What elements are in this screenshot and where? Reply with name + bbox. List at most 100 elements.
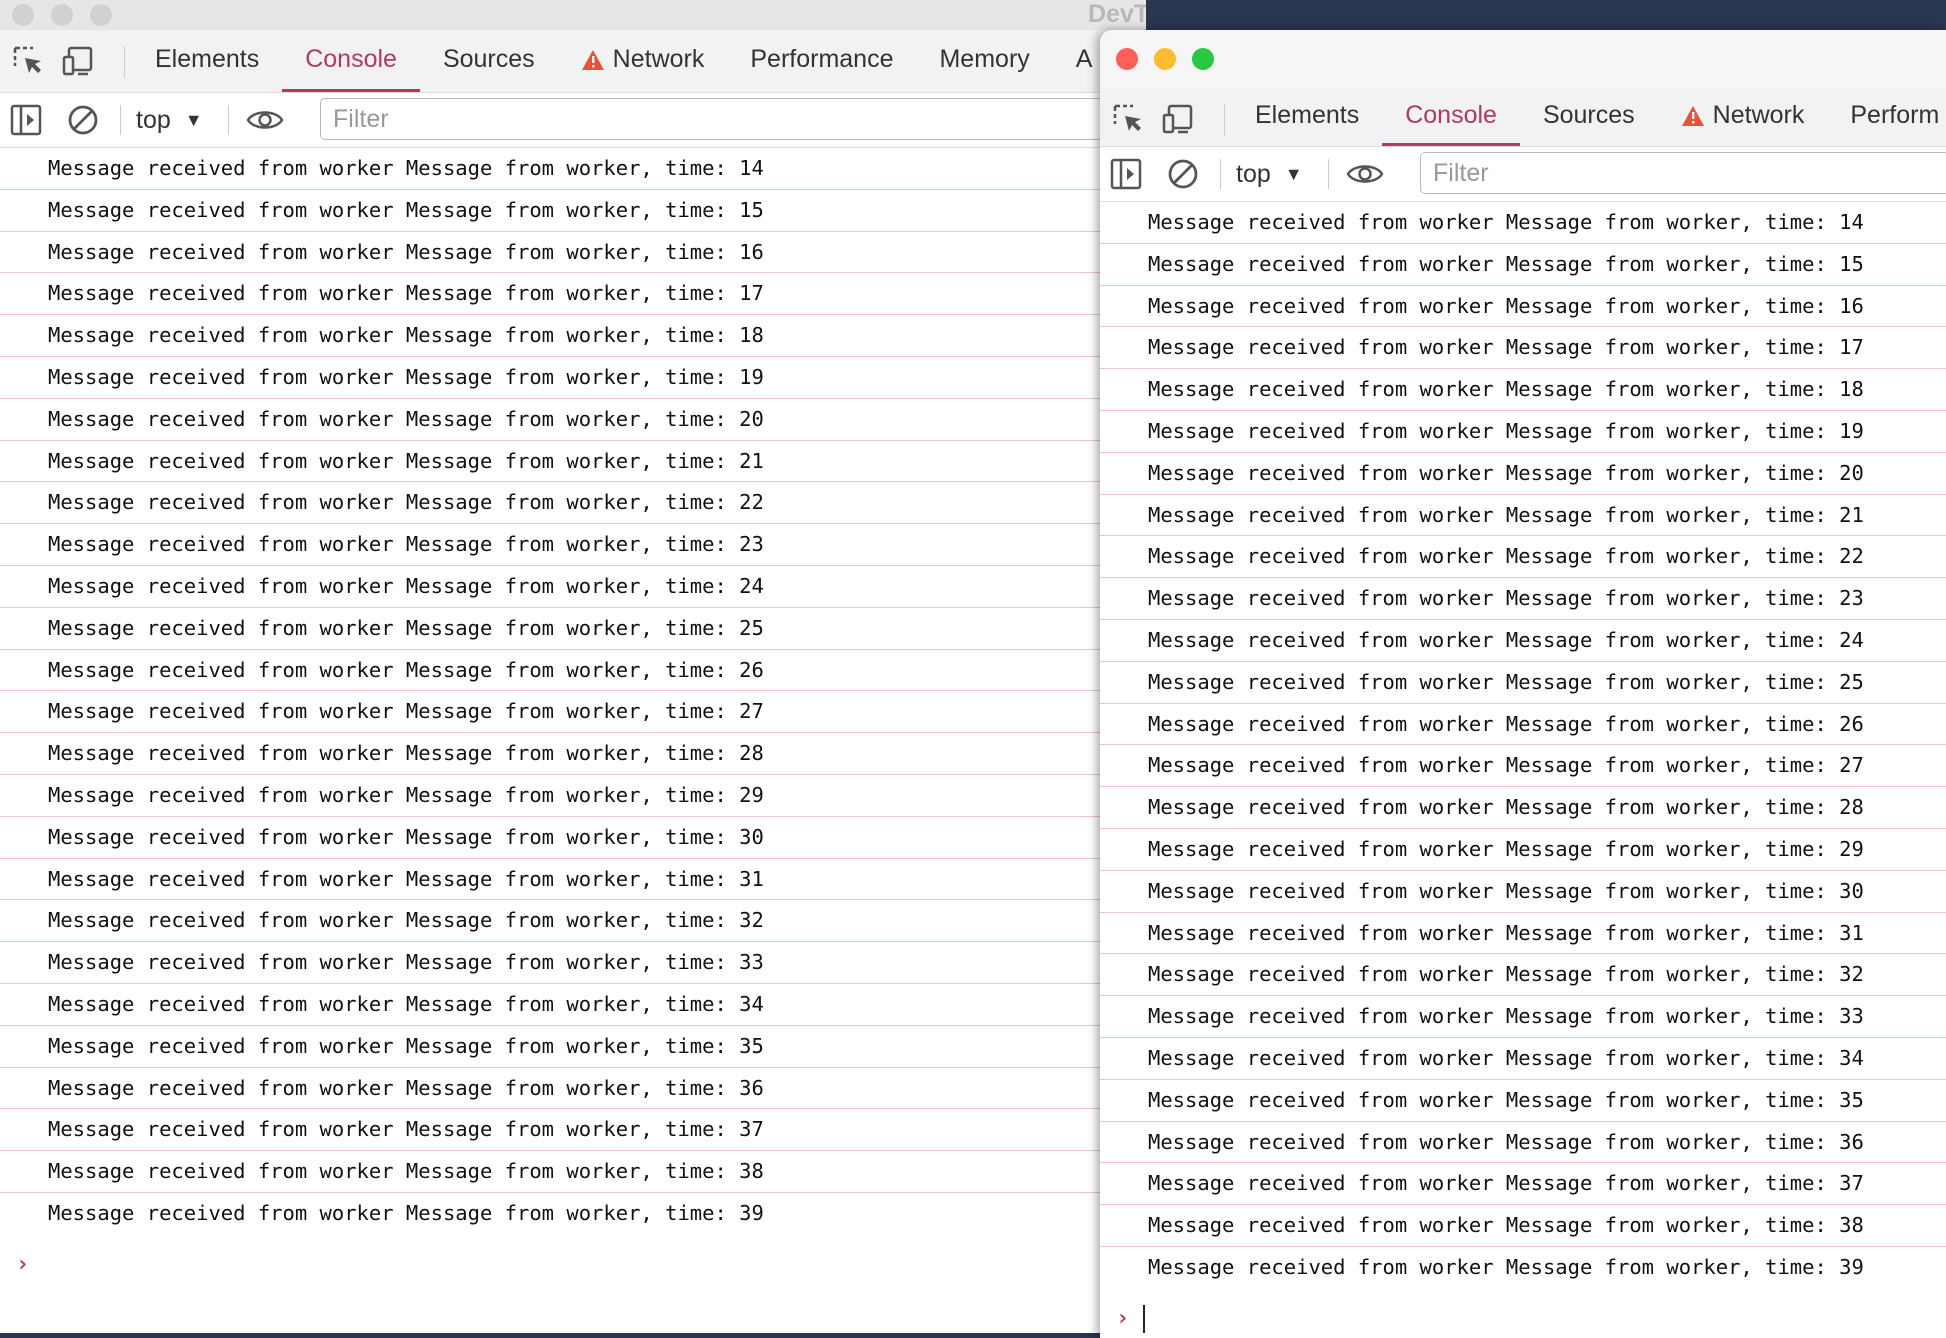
console-message: Message received from worker Message fro… [1100,954,1946,997]
panel-tabs: Elements Console Sources Network Perform… [132,30,1115,92]
tab-network-label: Network [612,45,705,73]
console-prompt-row[interactable]: › [0,1235,1146,1295]
console-message: Message received from worker Message fro… [0,273,1146,316]
inspect-element-icon[interactable] [10,44,46,78]
clear-console-icon[interactable] [66,103,100,137]
eye-icon[interactable] [246,106,284,134]
console-message: Message received from worker Message fro… [1100,996,1946,1038]
warning-icon [581,49,605,71]
devtools-window-front: Elements Console Sources Network Perform… [1100,30,1946,1338]
tab-console[interactable]: Console [282,30,420,92]
console-message: Message received from worker Message fro… [0,775,1146,817]
console-message: Message received from worker Message fro… [1100,913,1946,955]
console-message: Message received from worker Message fro… [1100,620,1946,662]
inspect-element-icon[interactable] [1110,102,1146,136]
console-message: Message received from worker Message fro… [1100,453,1946,495]
console-message: Message received from worker Message fro… [0,524,1146,566]
tab-sources[interactable]: Sources [1520,88,1658,146]
tab-console[interactable]: Console [1382,88,1520,146]
console-message: Message received from worker Message fro… [1100,536,1946,579]
title-bar: DevTools - 6xsgvs.csb.app/ [0,0,1146,30]
console-message: Message received from worker Message fro… [0,608,1146,650]
console-message: Message received from worker Message fro… [0,1026,1146,1068]
minimize-window-button[interactable] [51,4,73,26]
devtools-window-back: DevTools - 6xsgvs.csb.app/ Elements Cons… [0,0,1146,1333]
console-messages: Message received from worker Message fro… [1100,202,1946,1338]
console-message: Message received from worker Message fro… [1100,202,1946,244]
device-toolbar-icon[interactable] [60,44,96,78]
panel-tab-bar: Elements Console Sources Network Perform… [0,30,1146,93]
console-message: Message received from worker Message fro… [1100,244,1946,286]
console-message: Message received from worker Message fro… [0,1109,1146,1152]
console-prompt-row[interactable]: › [1100,1289,1946,1338]
tab-network-label: Network [1712,101,1805,129]
console-message: Message received from worker Message fro… [0,1151,1146,1193]
text-cursor [1143,1304,1146,1333]
console-message: Message received from worker Message fro… [1100,578,1946,620]
zoom-window-button[interactable] [90,4,112,26]
eye-icon[interactable] [1346,160,1384,188]
console-message: Message received from worker Message fro… [1100,1205,1946,1247]
zoom-window-button[interactable] [1192,48,1214,70]
tab-network[interactable]: Network [1658,88,1828,146]
console-message: Message received from worker Message fro… [1100,1080,1946,1122]
tab-elements[interactable]: Elements [132,30,282,92]
context-selector-value: top [1236,159,1271,188]
close-window-button[interactable] [1116,48,1138,70]
tab-memory[interactable]: Memory [916,30,1052,92]
sidebar-toggle-icon[interactable] [1110,158,1142,190]
console-messages: Message received from worker Message fro… [0,148,1146,1295]
tab-performance[interactable]: Perform [1827,88,1946,146]
console-message: Message received from worker Message fro… [0,315,1146,357]
console-message: Message received from worker Message fro… [1100,745,1946,788]
console-message: Message received from worker Message fro… [1100,1163,1946,1206]
console-message: Message received from worker Message fro… [0,148,1146,190]
console-message: Message received from worker Message fro… [0,399,1146,441]
console-message: Message received from worker Message fro… [1100,1122,1946,1164]
console-message: Message received from worker Message fro… [0,984,1146,1026]
title-bar [1100,30,1946,88]
panel-tab-bar: Elements Console Sources Network Perform [1100,88,1946,147]
close-window-button[interactable] [12,4,34,26]
window-controls [12,4,112,26]
console-message: Message received from worker Message fro… [1100,495,1946,537]
tab-sources[interactable]: Sources [420,30,558,92]
sidebar-toggle-icon[interactable] [10,104,42,136]
console-message: Message received from worker Message fro… [0,232,1146,274]
context-selector-value: top [136,105,171,134]
tab-elements[interactable]: Elements [1232,88,1382,146]
device-toolbar-icon[interactable] [1160,102,1196,136]
console-message: Message received from worker Message fro… [0,691,1146,734]
console-message: Message received from worker Message fro… [0,357,1146,399]
tab-performance[interactable]: Performance [727,30,916,92]
window-title: DevTools - 6xsgvs.csb.app/ [1088,0,1146,28]
console-message: Message received from worker Message fro… [1100,871,1946,913]
console-message: Message received from worker Message fro… [0,942,1146,984]
console-prompt: › [1116,1306,1130,1332]
console-message: Message received from worker Message fro… [1100,1038,1946,1080]
context-selector[interactable]: top ▼ [1236,155,1303,193]
panel-tabs: Elements Console Sources Network Perform [1232,88,1946,146]
filter-input[interactable] [320,98,1146,140]
console-message: Message received from worker Message fro… [0,650,1146,692]
minimize-window-button[interactable] [1154,48,1176,70]
console-message: Message received from worker Message fro… [48,1200,764,1225]
console-message: Message received from worker Message fro… [1100,662,1946,704]
console-message: Message received from worker Message fro… [0,566,1146,608]
console-message: Message received from worker Message fro… [0,900,1146,943]
console-message: Message received from worker Message fro… [1100,411,1946,453]
console-toolbar: top ▼ [1100,147,1946,202]
console-message: Message received from worker Message fro… [1100,704,1946,746]
console-message: Message received from worker Message fro… [0,859,1146,901]
console-message: Message received from worker Message fro… [0,190,1146,232]
tab-network[interactable]: Network [558,30,728,92]
filter-input[interactable] [1420,152,1946,194]
console-message: Message received from worker Message fro… [0,482,1146,525]
warning-icon [1681,105,1705,127]
clear-console-icon[interactable] [1166,157,1200,191]
console-message: Message received from worker Message fro… [0,817,1146,859]
console-message: Message received from worker Message fro… [1100,369,1946,411]
console-message: Message received from worker Message fro… [1100,286,1946,328]
console-message: Message received from worker Message fro… [1100,829,1946,871]
context-selector[interactable]: top ▼ [136,101,203,139]
